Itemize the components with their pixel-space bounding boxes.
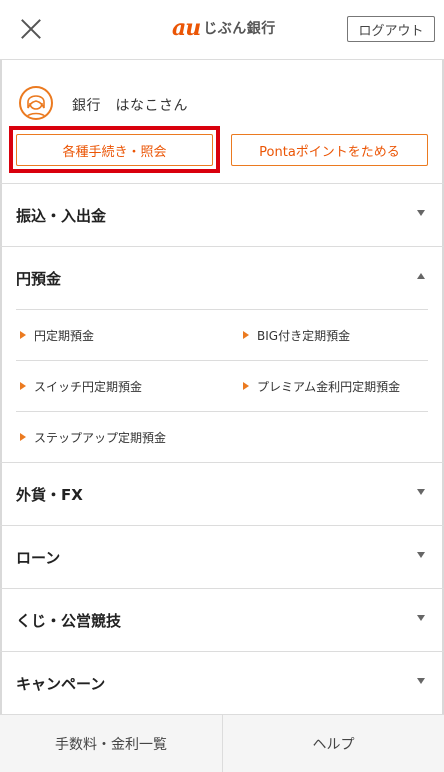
chevron-down-icon — [417, 489, 425, 495]
sub-yen-fixed-label: 円定期預金 — [34, 328, 95, 343]
header: au じぶん銀行 ログアウト — [0, 0, 444, 60]
menu-transfer[interactable]: 振込・入出金 — [0, 183, 444, 246]
menu-foreign-fx-label: 外貨・FX — [16, 485, 83, 504]
procedures-button[interactable]: 各種手続き・照会 — [16, 134, 213, 166]
logo-au: au — [172, 15, 201, 41]
footer: 手数料・金利一覧 ヘルプ — [0, 714, 444, 772]
logo: au じぶん銀行 — [172, 15, 276, 41]
menu-loan-label: ローン — [16, 548, 61, 567]
chevron-down-icon — [417, 552, 425, 558]
arrow-right-icon — [20, 433, 26, 441]
avatar-icon — [19, 86, 53, 120]
sub-stepup-fixed-label: ステップアップ定期預金 — [34, 430, 167, 445]
menu-lottery-label: くじ・公営競技 — [16, 611, 122, 630]
ponta-points-button[interactable]: Pontaポイントをためる — [231, 134, 428, 166]
close-icon[interactable] — [16, 14, 46, 44]
sub-switch-fixed[interactable]: スイッチ円定期預金 — [20, 361, 142, 411]
arrow-right-icon — [20, 331, 26, 339]
logo-text: じぶん銀行 — [203, 21, 276, 37]
fees-rates-link[interactable]: 手数料・金利一覧 — [0, 715, 222, 772]
menu-yen-deposit-label: 円預金 — [16, 269, 62, 288]
arrow-right-icon — [20, 382, 26, 390]
sub-premium-fixed[interactable]: プレミアム金利円定期預金 — [243, 361, 400, 411]
user-name: 銀行 はなこさん — [72, 98, 188, 114]
menu-foreign-fx[interactable]: 外貨・FX — [0, 462, 444, 525]
menu-loan[interactable]: ローン — [0, 525, 444, 588]
menu-lottery[interactable]: くじ・公営競技 — [0, 588, 444, 651]
menu-campaign[interactable]: キャンペーン — [0, 651, 444, 714]
menu-campaign-label: キャンペーン — [16, 674, 106, 693]
sub-stepup-fixed[interactable]: ステップアップ定期預金 — [20, 412, 166, 462]
menu-yen-deposit[interactable]: 円預金 — [0, 246, 444, 309]
sub-yen-fixed[interactable]: 円定期預金 — [20, 310, 94, 360]
sub-switch-fixed-label: スイッチ円定期預金 — [34, 379, 143, 394]
help-link[interactable]: ヘルプ — [222, 715, 444, 772]
arrow-right-icon — [243, 382, 249, 390]
sub-premium-fixed-label: プレミアム金利円定期預金 — [257, 379, 401, 394]
chevron-down-icon — [417, 615, 425, 621]
sub-big-fixed-label: BIG付き定期預金 — [257, 328, 351, 343]
chevron-up-icon — [417, 273, 425, 279]
arrow-right-icon — [243, 331, 249, 339]
chevron-down-icon — [417, 210, 425, 216]
menu-transfer-label: 振込・入出金 — [16, 206, 107, 225]
sub-big-fixed[interactable]: BIG付き定期預金 — [243, 310, 350, 360]
logout-button[interactable]: ログアウト — [347, 16, 435, 42]
chevron-down-icon — [417, 678, 425, 684]
